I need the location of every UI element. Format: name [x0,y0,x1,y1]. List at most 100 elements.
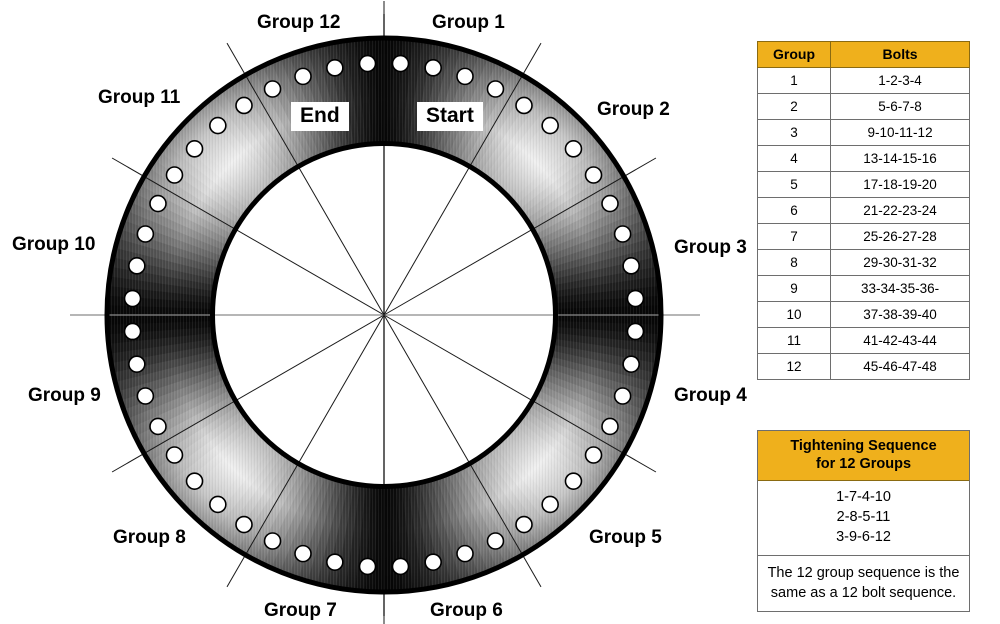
cell-bolts: 13-14-15-16 [830,145,970,172]
cell-group: 12 [756,353,832,380]
cell-bolts: 21-22-23-24 [830,197,970,224]
bolt-hole [209,495,227,514]
bolt-group-table: Group Bolts 1 1-2-3-4 2 5-6-7-8 3 9-10-11-12 4… [756,41,970,380]
cell-bolts: 1-2-3-4 [830,67,970,94]
cell-group: 4 [756,145,832,172]
bolt-hole [326,59,344,77]
bolt-hole [136,387,155,405]
bolt-hole [263,80,282,98]
bolt-hole [626,289,645,308]
table-row: 11 41-42-43-44 [756,327,970,354]
table-row: 10 37-38-39-40 [756,301,970,328]
cell-group: 11 [756,327,832,354]
bolt-hole [263,532,282,550]
bolt-hole [128,257,146,275]
sequence-line: 1-7-4-10 [836,489,891,505]
bolt-hole [128,355,146,373]
sequence-list: 1-7-4-10 2-8-5-11 3-9-6-12 [758,481,969,556]
group-label-8: Group 8 [113,527,186,548]
cell-bolts: 45-46-47-48 [830,353,970,380]
bolt-hole [294,67,312,86]
table-row: 5 17-18-19-20 [756,171,970,198]
table-row: 3 9-10-11-12 [756,119,970,146]
cell-bolts: 41-42-43-44 [830,327,970,354]
bolt-hole [515,96,533,115]
bolt-hole [424,59,442,77]
bolt-hole [294,544,312,563]
bolt-hole [626,322,645,341]
bolt-hole [456,544,474,563]
cell-bolts: 9-10-11-12 [830,119,970,146]
group-label-6: Group 6 [430,600,503,621]
group-label-3: Group 3 [674,237,747,258]
bolt-hole [584,446,603,464]
bolt-hole [209,116,227,135]
cell-bolts: 5-6-7-8 [830,93,970,120]
start-badge: Start [417,102,483,131]
bolt-hole [584,166,603,184]
group-label-2: Group 2 [597,99,670,120]
bolt-hole [149,417,167,436]
cell-group: 8 [756,249,832,276]
bolt-hole [326,553,344,571]
bolt-hole [391,54,410,73]
flange-diagram: Group 1 Group 2 Group 3 Group 4 Group 5 Group… [0,0,747,624]
group-label-1: Group 1 [432,12,505,33]
bolt-hole [564,472,583,490]
bolt-hole [235,96,253,115]
cell-group: 6 [756,197,832,224]
bolt-hole [391,557,410,576]
tightening-sequence-box: Tightening Sequence for 12 Groups 1-7-4-… [757,430,970,612]
cell-group: 9 [756,275,832,302]
cell-bolts: 29-30-31-32 [830,249,970,276]
bolt-hole [541,116,559,135]
bolt-hole [123,322,142,341]
group-label-4: Group 4 [674,385,747,406]
group-label-10: Group 10 [12,234,96,255]
cell-bolts: 17-18-19-20 [830,171,970,198]
table-row: 2 5-6-7-8 [756,93,970,120]
end-badge: End [291,102,349,131]
bolt-hole [123,289,142,308]
sequence-line: 2-8-5-11 [836,509,891,525]
table-header-bolts: Bolts [830,41,970,68]
sequence-note: The 12 group sequence is the same as a 1… [767,565,960,601]
sequence-title-line-2: for 12 Groups [815,456,912,472]
table-row: 9 33-34-35-36- [756,275,970,302]
bolt-hole [601,194,619,213]
group-label-9: Group 9 [28,385,101,406]
bolt-hole [136,225,155,243]
bolt-hole [165,446,184,464]
cell-group: 10 [756,301,832,328]
cell-bolts: 37-38-39-40 [830,301,970,328]
bolt-hole [541,495,559,514]
table-header-row: Group Bolts [756,41,970,68]
bolt-hole [235,515,253,534]
diagram-page: Group 1 Group 2 Group 3 Group 4 Group 5 Group… [0,0,1000,624]
bolt-hole [601,417,619,436]
bolt-hole [358,54,377,73]
cell-group: 5 [756,171,832,198]
bolt-hole [515,515,533,534]
bolt-hole [185,472,204,490]
table-header-group: Group [756,41,832,68]
table-row: 6 21-22-23-24 [756,197,970,224]
sequence-line: 3-9-6-12 [836,529,891,545]
table-row: 8 29-30-31-32 [756,249,970,276]
bolt-hole [613,387,632,405]
cell-bolts: 33-34-35-36- [830,275,970,302]
bolt-hole [564,140,583,158]
bolt-hole [613,225,632,243]
table-row: 4 13-14-15-16 [756,145,970,172]
cell-group: 3 [756,119,832,146]
table-row: 1 1-2-3-4 [756,67,970,94]
bolt-hole [424,553,442,571]
table-row: 12 45-46-47-48 [756,353,970,380]
group-label-12: Group 12 [257,12,341,33]
bolt-hole [149,194,167,213]
bolt-hole [622,355,640,373]
bolt-hole [622,257,640,275]
sequence-box-header: Tightening Sequence for 12 Groups [758,431,969,481]
group-label-5: Group 5 [589,527,662,548]
bolt-hole [486,532,505,550]
